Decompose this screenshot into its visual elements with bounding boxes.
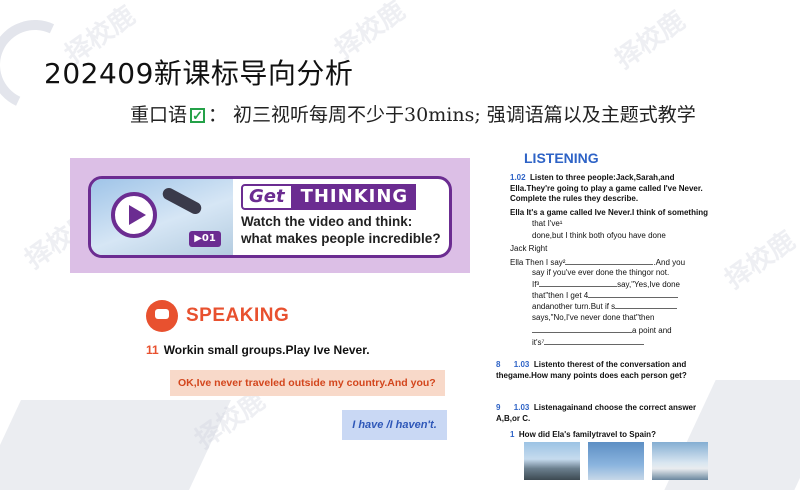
diver-figure (160, 185, 204, 217)
speaking-title: SPEAKING (186, 305, 290, 326)
watermark: 择校鹿 (719, 225, 800, 296)
dialogue-line: that"then I get 4 (532, 290, 679, 302)
watermark: 择校鹿 (609, 5, 691, 76)
prompt-line: Watch the video and think: (241, 214, 413, 229)
task-number: 11 (146, 343, 159, 357)
question-number: 8 (496, 360, 501, 369)
dialogue-line: say if you've ever done the thingor not. (532, 268, 670, 277)
question-9-item: 1 How did Ela's familytravel to Spain? (510, 430, 720, 441)
prompt-line: what makes people incredible? (241, 231, 441, 246)
video-number-badge: ▶01 (189, 231, 221, 247)
speech-bubble-icon (146, 300, 178, 332)
thinking-label: THINKING (292, 184, 417, 210)
speech-bubble-reply: I have /I haven't. (342, 410, 447, 440)
dialogue-line: andanother turn.But if s (532, 301, 678, 313)
subtitle-text: ： 初三视听每周不少于30mins; 强调语篇以及主题式教学 (208, 104, 696, 126)
option-photo-ship (652, 442, 708, 480)
video-thumbnail[interactable]: ▶01 (91, 179, 233, 255)
dialogue-line: If³ say,"Yes,Ive done (532, 280, 680, 289)
speaking-task: 11 Workin small groups.Play Ive Never. (146, 343, 370, 357)
option-photo-car (524, 442, 580, 480)
subtitle-prefix: 重口语 (130, 104, 188, 126)
listening-title: LISTENING (524, 150, 599, 166)
get-label: Get (241, 184, 293, 210)
get-thinking-prompt: Watch the video and think: what makes pe… (241, 213, 449, 247)
subtitle: 重口语 ✓： 初三视听每周不少于30mins; 强调语篇以及主题式教学 (130, 100, 696, 127)
question-number: 9 (496, 403, 501, 412)
get-thinking-card: ▶01 Get THINKING Watch the video and thi… (88, 176, 452, 258)
get-thinking-panel: ▶01 Get THINKING Watch the video and thi… (70, 158, 470, 273)
dialogue-line: a point and (532, 325, 672, 337)
audio-code: 1.02 (510, 173, 526, 182)
question-1: 1.02 Listen to three people:Jack,Sarah,a… (510, 173, 710, 205)
get-thinking-heading: Get THINKING (241, 184, 417, 210)
decorative-shape (0, 400, 231, 490)
audio-code: 1.03 (513, 360, 530, 369)
question-8: 8 1.03 Listento therest of the conversat… (496, 360, 706, 381)
dialogue-line: Ella It's a game called Ive Never.I thin… (510, 208, 708, 217)
question-text: Listen to three people:Jack,Sarah,and El… (510, 173, 703, 203)
dialogue-line: done,but I think both ofyou have done (532, 231, 666, 240)
audio-code: 1.03 (513, 403, 530, 412)
item-number: 1 (510, 430, 515, 439)
listening-panel: LISTENING 1.02 Listen to three people:Ja… (496, 142, 722, 490)
item-text: How did Ela's familytravel to Spain? (518, 430, 656, 439)
question-9: 9 1.03 Listenagainand choose the correct… (496, 403, 706, 424)
dialogue-line: Jack Right (510, 244, 548, 253)
dialogue-line: that I've¹ (532, 219, 563, 228)
dialogue-line: Ella Then I say² .And you (510, 258, 686, 267)
option-photo-plane (588, 442, 644, 480)
dialogue-line: says,"No,I've never done that"then (532, 313, 655, 322)
speech-bubble-example: OK,Ive never traveled outside my country… (170, 370, 445, 396)
checkbox-icon: ✓ (190, 108, 206, 124)
play-icon[interactable] (111, 192, 157, 238)
dialogue-line: it's⁷ (532, 337, 645, 349)
slide-title: 202409新课标导向分析 (44, 57, 354, 90)
task-text: Workin small groups.Play Ive Never. (163, 343, 370, 357)
